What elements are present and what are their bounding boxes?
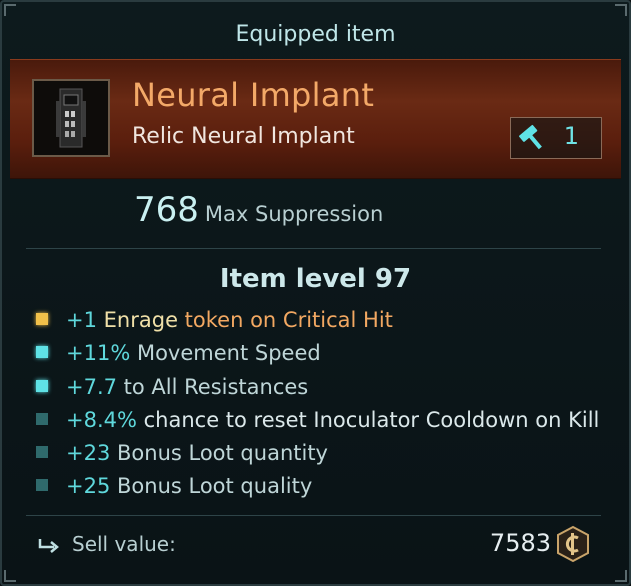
upgrade-counter: 1 [510, 117, 602, 159]
item-thumbnail[interactable] [32, 79, 110, 157]
affix-text: token on Critical Hit [178, 308, 393, 332]
affix-list: +1 Enrage token on Critical Hit +11% Mov… [36, 305, 599, 505]
affix-row: +11% Movement Speed [36, 338, 599, 371]
affix-value: +25 [66, 474, 111, 499]
affix-row: +7.7 to All Resistances [36, 372, 599, 405]
item-type: Relic Neural Implant [132, 124, 355, 149]
affix-value: +7.7 [66, 374, 117, 399]
item-tooltip: Equipped item Neural Implant Relic Neura… [0, 0, 631, 586]
affix-text: chance to reset Inoculator Cooldown on K… [136, 407, 600, 432]
stat-value: 768 [134, 190, 199, 230]
sell-label: Sell value: [72, 532, 176, 556]
affix-row: +25 Bonus Loot quality [36, 471, 599, 504]
neural-implant-icon [56, 88, 86, 148]
hex-coin-icon [557, 525, 589, 563]
bullet-icon [36, 479, 48, 492]
corner-ornament [615, 570, 627, 582]
affix-text: Bonus Loot quantity [110, 441, 328, 466]
corner-ornament [4, 570, 16, 582]
affix-text: Bonus Loot quality [110, 474, 313, 499]
item-level: Item level 97 [219, 264, 412, 294]
affix-value: +8.4% [66, 407, 137, 432]
upgrade-count: 1 [563, 122, 579, 150]
hammer-icon [519, 124, 542, 150]
affix-value: +1 [66, 308, 97, 332]
bullet-icon [36, 446, 48, 459]
bullet-icon [36, 379, 48, 392]
bullet-icon [36, 412, 48, 425]
divider [26, 248, 601, 249]
return-arrow-icon [38, 539, 59, 553]
affix-keyword: Enrage [103, 308, 178, 332]
item-header: Neural Implant Relic Neural Implant 1 [10, 59, 621, 179]
affix-row: +8.4% chance to reset Inoculator Cooldow… [36, 405, 599, 438]
affix-row: +23 Bonus Loot quantity [36, 438, 599, 471]
primary-stat: 768 Max Suppression [134, 190, 383, 230]
sell-value: 7583 [489, 529, 551, 557]
tooltip-title: Equipped item [235, 22, 396, 47]
affix-value: +11% [66, 341, 131, 366]
affix-row: +1 Enrage token on Critical Hit [36, 305, 599, 338]
affix-text: to All Resistances [117, 374, 309, 399]
stat-label: Max Suppression [204, 202, 384, 226]
bullet-icon [36, 346, 48, 359]
item-name: Neural Implant [132, 76, 375, 114]
affix-text: Movement Speed [130, 341, 321, 366]
affix-value: +23 [66, 441, 111, 466]
divider [26, 515, 601, 516]
rare-bullet-icon [36, 313, 48, 325]
